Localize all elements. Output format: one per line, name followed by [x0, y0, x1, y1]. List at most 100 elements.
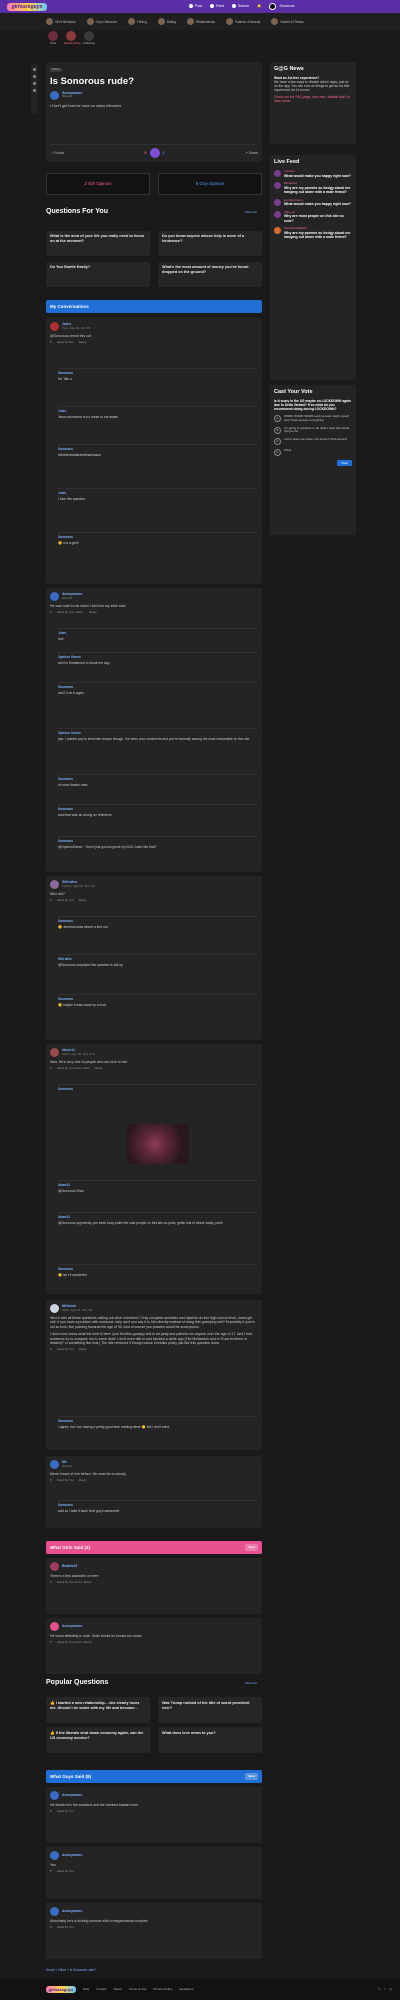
reply-author[interactable]: Sonorous [58, 1419, 258, 1423]
popular-question[interactable]: 👍 I started a new relationship... she cl… [46, 1697, 150, 1723]
suggested-question[interactable]: What is the area of your life you really… [46, 231, 150, 256]
topic-item[interactable]: Guy's Behavior [86, 18, 117, 25]
reply-author[interactable]: Sonorous [58, 1087, 258, 1091]
news-link[interactable]: Check out our FAQ page, How can I disabl… [274, 95, 352, 103]
footer-link[interactable]: Privacy Policy [154, 1987, 173, 1992]
guy-opinion-button[interactable]: 8 Guy Opinion [158, 173, 262, 195]
avatar[interactable] [50, 322, 59, 331]
avatar[interactable] [50, 1791, 59, 1800]
follow-button[interactable]: ☆ Follow [50, 151, 64, 155]
sort-dropdown[interactable]: Best [245, 1773, 258, 1780]
reply-author[interactable]: Still alive [58, 957, 258, 961]
reply-button[interactable]: Reply [79, 899, 87, 903]
reply-author[interactable]: Jules_ [58, 631, 258, 635]
author-name[interactable]: Anonymous [62, 1853, 82, 1857]
reply-button[interactable]: Reply [89, 611, 97, 615]
avatar[interactable] [50, 1907, 59, 1916]
link-icon[interactable] [33, 75, 36, 78]
reply-button[interactable]: Reply [79, 341, 87, 345]
avatar[interactable] [50, 1851, 59, 1860]
like-icon[interactable]: ♥ [50, 1870, 52, 1874]
reply-author[interactable]: Sonorous [58, 839, 258, 843]
footer-link[interactable]: Guidelines [179, 1987, 193, 1992]
avatar[interactable] [50, 1304, 59, 1313]
like-icon[interactable]: ♥ [50, 1347, 52, 1352]
suggested-question[interactable]: What's the most amount of money you've f… [158, 262, 262, 287]
author-name[interactable]: Anonymous [62, 1909, 82, 1913]
like-icon[interactable]: ♥ [50, 1641, 52, 1645]
reply-author[interactable]: Sonorous [58, 371, 258, 375]
popular-question[interactable]: What does love mean to you? [158, 1727, 262, 1753]
like-icon[interactable]: ♥ [50, 1810, 52, 1814]
avatar[interactable] [50, 90, 59, 100]
footer-logo[interactable]: girlsaskguys [46, 1986, 76, 1993]
reply-author[interactable]: Sonorous [58, 535, 258, 539]
avatar[interactable] [50, 1562, 59, 1571]
reply-author[interactable]: Jules_ [58, 491, 258, 495]
reply-author[interactable]: Sonorous [58, 685, 258, 689]
nav-search[interactable]: Search [232, 4, 249, 9]
footer-link[interactable]: Terms of Use [129, 1987, 147, 1992]
popular-question[interactable]: 👍 If the liberals shut down economy agai… [46, 1727, 150, 1753]
user-menu[interactable]: Sonorous [269, 3, 294, 10]
share-icon[interactable] [33, 82, 36, 85]
reply-author[interactable]: Jules_ [58, 409, 258, 413]
avatar[interactable] [50, 880, 59, 889]
poll-option[interactable]: CI don't leave too when I do know it I'l… [274, 437, 352, 446]
more-icon[interactable]: ⋮ [254, 65, 258, 70]
feed-item[interactable]: 1Jennie What would make you happy right n… [274, 169, 352, 178]
reply-author[interactable]: Sonorous [58, 447, 258, 451]
facebook-icon[interactable] [33, 68, 36, 71]
vote-button[interactable]: Vote! [337, 460, 352, 467]
reply-button[interactable]: Reply [79, 1347, 87, 1352]
like-icon[interactable]: ♥ [50, 899, 52, 903]
reply-author[interactable]: Sonorous [58, 919, 258, 923]
topic-item[interactable]: Health & Fitness [271, 18, 304, 25]
reply-author[interactable]: Iduen11 [58, 1183, 258, 1187]
avatar[interactable] [50, 592, 59, 601]
avatar[interactable] [50, 1460, 59, 1469]
like-icon[interactable]: ♥ [50, 1479, 52, 1483]
feed-item[interactable]: jennifer.bloom What would make you happy … [274, 198, 352, 207]
footer-link[interactable]: FAQ [83, 1987, 89, 1992]
vote-button[interactable] [149, 148, 160, 158]
category-girls[interactable]: Girls [46, 30, 60, 54]
topic-item[interactable]: Dating [157, 18, 176, 25]
sort-dropdown[interactable]: Best [245, 1544, 258, 1551]
footer-link[interactable]: Contact [96, 1987, 106, 1992]
show-all-link[interactable]: Show All [245, 1681, 257, 1686]
topic-item[interactable]: Girl's Behavior [46, 18, 76, 25]
topic-item[interactable]: Fashion & Beauty [226, 18, 260, 25]
topic-item[interactable]: Flirting [128, 18, 147, 25]
nav-post[interactable]: Post [189, 4, 202, 9]
suggested-question[interactable]: Do you know anyone whose help is more of… [158, 231, 262, 256]
reply-author[interactable]: Opinion Owner [58, 655, 258, 659]
facebook-icon[interactable]: f [385, 1987, 386, 1992]
reply-author[interactable]: Sonorous [58, 997, 258, 1001]
share-button[interactable]: ↗ Share [245, 151, 258, 155]
reply-author[interactable]: Sonorous [58, 807, 258, 811]
reply-author[interactable]: Iduen11 [58, 1215, 258, 1219]
poll-option[interactable]: D Other [274, 448, 352, 457]
author-name[interactable]: Anonymous [62, 1624, 82, 1628]
instagram-icon[interactable]: ◎ [389, 1987, 392, 1992]
girl-opinion-button[interactable]: 3 Girl Opinion [46, 173, 150, 195]
breadcrumb[interactable]: Home > Other > Is Sonorous rude? [46, 1968, 96, 1972]
reply-photo[interactable] [127, 1124, 189, 1164]
category-relationships[interactable]: Relationships [64, 30, 81, 54]
author-name[interactable]: Anonymous [62, 1793, 82, 1797]
avatar[interactable] [50, 1622, 59, 1631]
report-icon[interactable] [33, 89, 36, 92]
suggested-question[interactable]: Do You Startle Easily? [46, 262, 150, 287]
show-all-link[interactable]: Show All [245, 210, 257, 215]
like-icon[interactable]: ♥ [50, 341, 52, 345]
reply-author[interactable]: Sonorous [58, 777, 258, 781]
like-icon[interactable]: ♥ [50, 1926, 52, 1930]
question-tag[interactable]: Other [50, 67, 62, 72]
category-following[interactable]: Following [82, 30, 96, 54]
poll-option[interactable]: A WORK WORK WORK work ya said might mysel… [274, 414, 352, 423]
like-icon[interactable]: ♥ [50, 1581, 52, 1585]
reply-button[interactable]: Reply [79, 1479, 87, 1483]
feed-item[interactable]: Mindy212 Why are my parents so dodgy abou… [274, 181, 352, 195]
reply-author[interactable]: Sonorous [58, 1503, 258, 1507]
